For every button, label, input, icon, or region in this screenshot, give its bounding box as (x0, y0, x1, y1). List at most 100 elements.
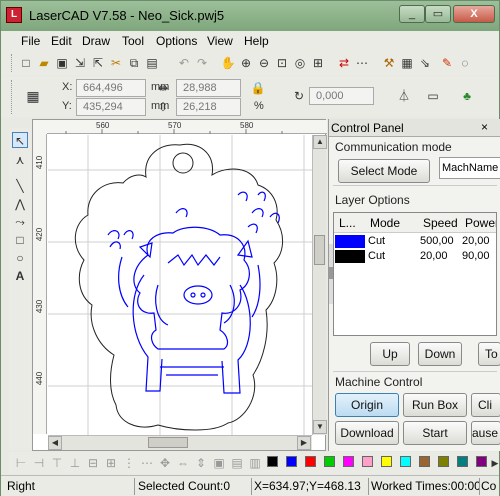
menu-tool[interactable]: Tool (122, 34, 144, 48)
mirror-h-icon[interactable]: ⏃ (396, 88, 412, 104)
color-swatch-olive[interactable] (438, 456, 449, 467)
zoom-fit-icon[interactable]: ⊞ (310, 55, 326, 71)
laser-icon[interactable]: ⚒ (381, 55, 397, 71)
color-swatch-teal[interactable] (457, 456, 468, 467)
save-icon[interactable]: ▣ (54, 55, 70, 71)
color-swatch-blue[interactable] (286, 456, 297, 467)
preview-icon[interactable]: ⇄ (336, 55, 352, 71)
minimize-button[interactable]: _ (399, 5, 425, 23)
column-mode[interactable]: Mode (370, 216, 400, 230)
node-edit-icon[interactable]: ⋏ (12, 152, 28, 168)
select-arrow-icon[interactable]: ↖ (12, 132, 28, 148)
zoom-in-icon[interactable]: ⊕ (238, 55, 254, 71)
color-swatch-magenta[interactable] (343, 456, 354, 467)
align-right-icon[interactable]: ⊣ (31, 455, 47, 471)
layer-row[interactable]: Cut 20,00 90,00 (334, 249, 496, 264)
curve-tool-icon[interactable]: ⤳ (12, 214, 28, 230)
open-folder-icon[interactable]: ▰ (36, 55, 52, 71)
paste-icon[interactable]: ▤ (144, 55, 160, 71)
menu-draw[interactable]: Draw (82, 34, 110, 48)
menu-options[interactable]: Options (156, 34, 197, 48)
redo-icon[interactable]: ↷ (194, 55, 210, 71)
pen-icon[interactable]: ✎ (439, 55, 455, 71)
grid-icon[interactable]: ⋯ (354, 55, 370, 71)
color-swatch-pink[interactable] (362, 456, 373, 467)
rotate-icon[interactable]: ↻ (291, 88, 307, 104)
ellipse-tool-icon[interactable]: ◌ (457, 55, 473, 71)
tree-icon[interactable]: ♣ (459, 88, 475, 104)
pan-hand-icon[interactable]: ✋ (220, 55, 236, 71)
distribute-v-icon[interactable]: ⋯ (139, 455, 155, 471)
path-icon[interactable]: ⇘ (417, 55, 433, 71)
layer-row[interactable]: Cut 500,00 20,00 (334, 234, 496, 249)
undo-icon[interactable]: ↶ (176, 55, 192, 71)
array-icon[interactable]: ▦ (399, 55, 415, 71)
clear-button[interactable]: Cli (471, 393, 500, 417)
download-button[interactable]: Download (335, 421, 399, 445)
align-center-h-icon[interactable]: ⊟ (85, 455, 101, 471)
pause-button[interactable]: ause (471, 421, 500, 445)
layer-up-button[interactable]: Up (370, 342, 410, 366)
align-bottom-icon[interactable]: ⊥ (67, 455, 83, 471)
select-mode-button[interactable]: Select Mode (338, 159, 430, 183)
drawing-canvas[interactable] (48, 135, 312, 435)
color-swatch-green[interactable] (324, 456, 335, 467)
zoom-window-icon[interactable]: ⊡ (274, 55, 290, 71)
mirror-v-icon[interactable]: ▭ (425, 88, 441, 104)
menu-edit[interactable]: Edit (51, 34, 72, 48)
text-tool-icon[interactable]: A (12, 268, 28, 284)
height-field[interactable]: 26,218 (176, 98, 241, 116)
color-swatch-brown[interactable] (419, 456, 430, 467)
x-field[interactable]: 664,496 (76, 79, 146, 97)
vertical-scrollbar[interactable]: ▲ ▼ (312, 135, 327, 435)
width-field[interactable]: 28,988 (176, 79, 241, 97)
menu-help[interactable]: Help (244, 34, 269, 48)
cut-icon[interactable]: ✂ (108, 55, 124, 71)
align-top-icon[interactable]: ⊤ (49, 455, 65, 471)
rectangle-tool-icon[interactable]: □ (12, 232, 28, 248)
menu-view[interactable]: View (207, 34, 233, 48)
close-button[interactable]: X (453, 5, 495, 23)
export-icon[interactable]: ⇱ (90, 55, 106, 71)
align-left-icon[interactable]: ⊢ (13, 455, 29, 471)
distribute-h-icon[interactable]: ⋮ (121, 455, 137, 471)
run-box-button[interactable]: Run Box (403, 393, 467, 417)
color-swatch-purple[interactable] (476, 456, 487, 467)
panel-splitter[interactable] (329, 267, 333, 279)
color-swatch-black[interactable] (267, 456, 278, 467)
zoom-out-icon[interactable]: ⊖ (256, 55, 272, 71)
palette-scroll-icon[interactable]: ▶ (487, 455, 500, 471)
lock-ratio-icon[interactable]: 🔒 (250, 80, 266, 96)
ellipse-draw-icon[interactable]: ○ (12, 250, 28, 266)
y-field[interactable]: 435,294 (76, 98, 146, 116)
position-grid-icon[interactable]: ▦ (25, 88, 41, 104)
horizontal-scrollbar[interactable]: ◀ ▶ (48, 435, 312, 450)
layer-top-button[interactable]: To (478, 342, 500, 366)
angle-field[interactable]: 0,000 (309, 87, 374, 105)
start-button[interactable]: Start (403, 421, 467, 445)
panel-close-icon[interactable]: × (481, 120, 488, 134)
machine-name-field[interactable]: MachName (439, 157, 500, 179)
column-power[interactable]: Power (465, 216, 496, 230)
same-height-icon[interactable]: ⇕ (193, 455, 209, 471)
same-size-icon[interactable]: ▣ (211, 455, 227, 471)
center-page-icon[interactable]: ✥ (157, 455, 173, 471)
line-tool-icon[interactable]: ╲ (12, 178, 28, 194)
new-file-icon[interactable]: □ (18, 55, 34, 71)
column-layer[interactable]: L... (339, 216, 356, 230)
zoom-selection-icon[interactable]: ◎ (292, 55, 308, 71)
same-width-icon[interactable]: ⇔ (175, 455, 191, 471)
menu-file[interactable]: File (21, 34, 40, 48)
ungroup-icon[interactable]: ▥ (247, 455, 263, 471)
column-speed[interactable]: Speed (423, 216, 458, 230)
color-swatch-yellow[interactable] (381, 456, 392, 467)
polyline-tool-icon[interactable]: ⋀ (12, 196, 28, 212)
copy-icon[interactable]: ⧉ (126, 55, 142, 71)
color-swatch-red[interactable] (305, 456, 316, 467)
align-center-v-icon[interactable]: ⊞ (103, 455, 119, 471)
group-icon[interactable]: ▤ (229, 455, 245, 471)
color-swatch-cyan[interactable] (400, 456, 411, 467)
import-icon[interactable]: ⇲ (72, 55, 88, 71)
origin-button[interactable]: Origin (335, 393, 399, 417)
layer-down-button[interactable]: Down (418, 342, 462, 366)
